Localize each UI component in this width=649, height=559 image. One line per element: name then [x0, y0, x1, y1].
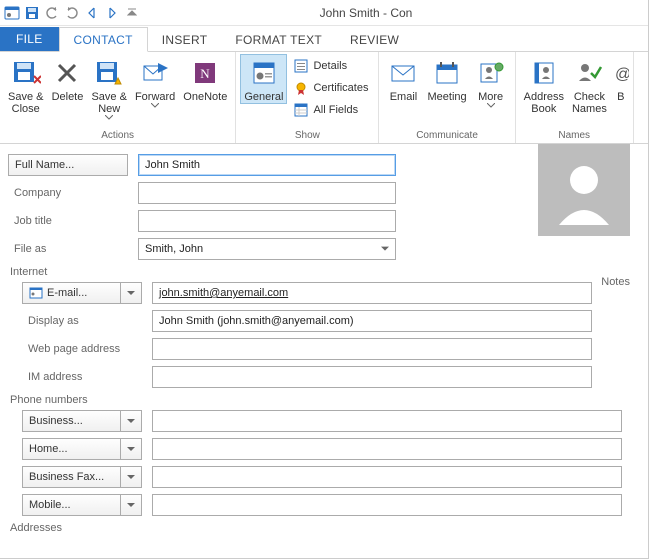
email-type-dropdown[interactable] [120, 282, 142, 304]
meeting-icon [431, 57, 463, 89]
delete-button[interactable]: Delete [47, 54, 87, 103]
save-close-icon [10, 57, 42, 89]
display-as-label: Display as [22, 315, 142, 327]
meeting-button[interactable]: Meeting [423, 54, 470, 103]
chevron-down-icon [151, 103, 159, 108]
save-new-icon [93, 57, 125, 89]
chevron-down-icon [105, 115, 113, 120]
delete-icon [51, 57, 83, 89]
phone-bfax-split[interactable]: Business Fax... [22, 466, 142, 488]
web-page-label: Web page address [22, 343, 142, 355]
card-icon [29, 286, 43, 300]
prev-icon[interactable] [84, 5, 100, 21]
svg-text:N: N [201, 66, 211, 81]
save-new-button[interactable]: Save & New [87, 54, 130, 120]
full-name-button[interactable]: Full Name... [8, 154, 128, 176]
phone-bfax-field[interactable] [152, 466, 622, 488]
job-title-field[interactable] [138, 210, 396, 232]
general-button[interactable]: General [240, 54, 287, 104]
onenote-button[interactable]: N OneNote [179, 54, 231, 103]
tab-contact[interactable]: CONTACT [59, 27, 148, 52]
check-names-icon [573, 57, 605, 89]
window-title: John Smith - Con [148, 6, 644, 20]
quick-access-toolbar [4, 5, 140, 21]
phone-mobile-dropdown[interactable] [120, 494, 142, 516]
ribbon: Save & Close Delete Save & New Forward [0, 52, 648, 144]
email-button[interactable]: Email [383, 54, 423, 103]
next-icon[interactable] [104, 5, 120, 21]
company-field[interactable] [138, 182, 396, 204]
im-label: IM address [22, 371, 142, 383]
ribbon-cut-edge: @ B [611, 54, 629, 103]
all-fields-button[interactable]: All Fields [291, 100, 370, 120]
app-icon [4, 5, 20, 21]
notes-label: Notes [601, 276, 630, 288]
email-icon [387, 57, 419, 89]
details-button[interactable]: Details [291, 56, 370, 76]
save-icon[interactable] [24, 5, 40, 21]
section-phones: Phone numbers [10, 394, 638, 406]
group-actions-label: Actions [4, 130, 231, 143]
check-names-button[interactable]: Check Names [568, 54, 611, 115]
title-bar: John Smith - Con [0, 0, 648, 26]
full-name-field[interactable] [138, 154, 396, 176]
phone-home-dropdown[interactable] [120, 438, 142, 460]
group-communicate: Email Meeting More Communicate [379, 52, 515, 143]
job-title-label: Job title [8, 215, 128, 227]
section-internet: Internet [10, 266, 638, 278]
redo-icon[interactable] [64, 5, 80, 21]
phone-mobile-split[interactable]: Mobile... [22, 494, 142, 516]
file-as-label: File as [8, 243, 128, 255]
contact-form: Full Name... Company Job title File as S… [0, 144, 648, 534]
web-page-field[interactable] [152, 338, 592, 360]
svg-text:@: @ [615, 66, 629, 83]
group-actions: Save & Close Delete Save & New Forward [0, 52, 236, 143]
email-button-label[interactable]: E-mail... [22, 282, 120, 304]
ribbon-tabs: FILE CONTACT INSERT FORMAT TEXT REVIEW [0, 26, 648, 52]
at-icon: @ [613, 57, 629, 89]
phone-business-field[interactable] [152, 410, 622, 432]
group-names: Address Book Check Names @ B Names [516, 52, 634, 143]
all-fields-icon [293, 102, 309, 118]
im-field[interactable] [152, 366, 592, 388]
save-close-button[interactable]: Save & Close [4, 54, 47, 115]
general-icon [248, 57, 280, 89]
phone-business-split[interactable]: Business... [22, 410, 142, 432]
address-book-icon [528, 57, 560, 89]
forward-button[interactable]: Forward [131, 54, 179, 108]
more-button[interactable]: More [471, 54, 511, 108]
address-book-button[interactable]: Address Book [520, 54, 568, 115]
tab-insert[interactable]: INSERT [148, 28, 222, 51]
email-field[interactable]: john.smith@anyemail.com [152, 282, 592, 304]
tab-review[interactable]: REVIEW [336, 28, 413, 51]
undo-icon[interactable] [44, 5, 60, 21]
tab-file[interactable]: FILE [0, 27, 59, 51]
section-addresses: Addresses [10, 522, 638, 534]
phone-business-dropdown[interactable] [120, 410, 142, 432]
file-as-combo[interactable]: Smith, John [138, 238, 396, 260]
contact-photo[interactable] [538, 144, 630, 236]
display-as-field[interactable]: John Smith (john.smith@anyemail.com) [152, 310, 592, 332]
tab-format-text[interactable]: FORMAT TEXT [221, 28, 336, 51]
qat-customize-icon[interactable] [124, 5, 140, 21]
company-label: Company [8, 187, 128, 199]
email-type-split[interactable]: E-mail... [22, 282, 142, 304]
phone-mobile-field[interactable] [152, 494, 622, 516]
group-show: General Details Certificates All Fields … [236, 52, 379, 143]
phone-bfax-dropdown[interactable] [120, 466, 142, 488]
phone-home-field[interactable] [152, 438, 622, 460]
details-icon [293, 58, 309, 74]
certificates-button[interactable]: Certificates [291, 78, 370, 98]
certificates-icon [293, 80, 309, 96]
onenote-icon: N [189, 57, 221, 89]
forward-icon [139, 57, 171, 89]
chevron-down-icon [487, 103, 495, 108]
phone-home-split[interactable]: Home... [22, 438, 142, 460]
save-close-label: Save & Close [8, 91, 43, 115]
more-icon [475, 57, 507, 89]
